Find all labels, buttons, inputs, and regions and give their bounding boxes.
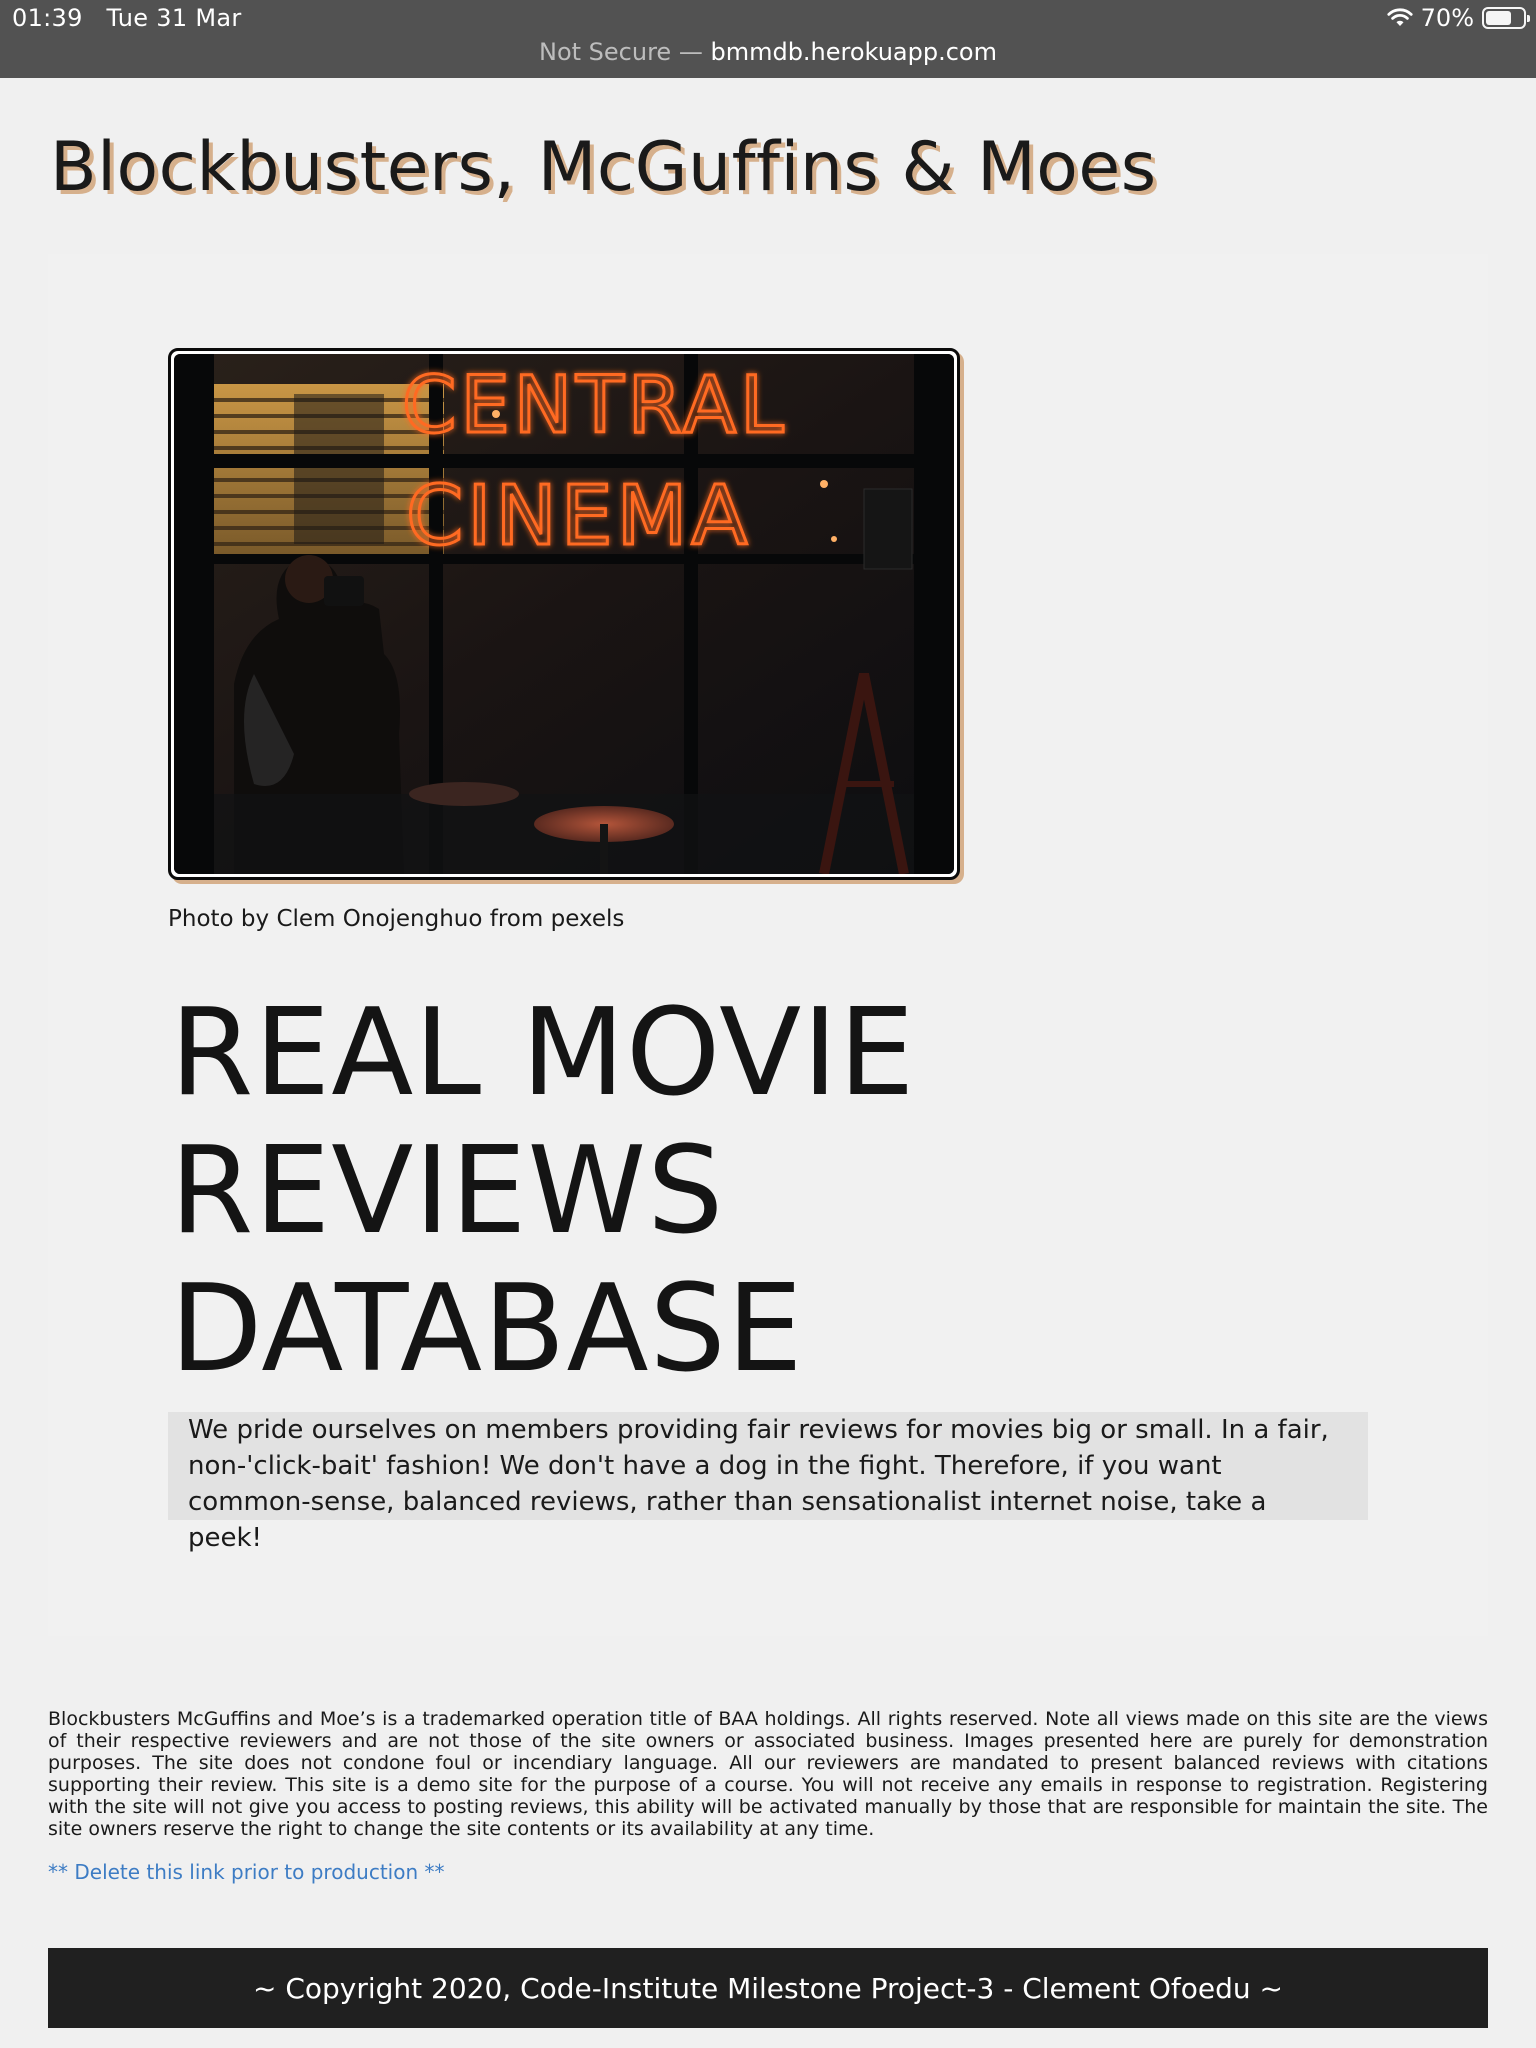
- hero-image: CENTRAL CINEMA: [168, 348, 960, 880]
- neon-sign-line1: CENTRAL: [402, 361, 788, 451]
- disclaimer-text: Blockbusters McGuffins and Moe’s is a tr…: [48, 1708, 1488, 1840]
- site-title[interactable]: Blockbusters, McGuffins & Moes: [50, 128, 1157, 207]
- clock-date: Tue 31 Mar: [106, 4, 242, 32]
- status-indicators: 70%: [1387, 4, 1530, 32]
- copyright-text: ~ Copyright 2020, Code-Institute Milesto…: [252, 1971, 1284, 2005]
- battery-icon: [1482, 7, 1530, 29]
- status-time: 01:39 Tue 31 Mar: [12, 4, 242, 32]
- address-bar[interactable]: Not Secure — bmmdb.herokuapp.com: [0, 38, 1536, 66]
- clock-time: 01:39: [12, 4, 83, 32]
- hero-heading: REAL MOVIE REVIEWS DATABASE: [170, 985, 915, 1399]
- photo-credit: Photo by Clem Onojenghuo from pexels: [168, 906, 625, 932]
- delete-link[interactable]: ** Delete this link prior to production …: [48, 1860, 444, 1884]
- browser-status-bar: 01:39 Tue 31 Mar 70% Not Secure — bmmdb.…: [0, 0, 1536, 78]
- cinema-photo: CENTRAL CINEMA: [174, 354, 954, 874]
- footer: ~ Copyright 2020, Code-Institute Milesto…: [48, 1948, 1488, 2028]
- wifi-icon: [1387, 8, 1413, 28]
- intro-text: We pride ourselves on members providing …: [168, 1412, 1368, 1553]
- neon-sign-line2: CINEMA: [406, 469, 751, 564]
- url-separator: —: [678, 38, 703, 66]
- battery-nub: [1527, 15, 1530, 22]
- not-secure-label: Not Secure: [539, 38, 672, 66]
- battery-percent: 70%: [1420, 4, 1474, 32]
- battery-fill: [1486, 11, 1511, 25]
- url-domain: bmmdb.herokuapp.com: [710, 38, 997, 66]
- hero-heading-line: REVIEWS: [170, 1122, 725, 1261]
- hero-heading-line: REAL MOVIE: [170, 984, 916, 1123]
- hero-heading-line: DATABASE: [170, 1260, 804, 1399]
